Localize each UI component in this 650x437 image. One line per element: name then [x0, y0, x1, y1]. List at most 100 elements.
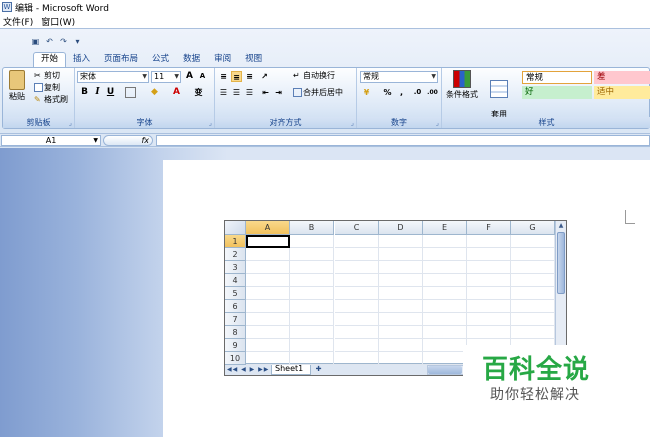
grid-cell[interactable]	[246, 352, 290, 365]
grid-cell[interactable]	[290, 274, 334, 287]
customize-toolbar-icon[interactable]: ▾	[72, 37, 83, 47]
align-middle-icon[interactable]: ≡	[231, 71, 242, 82]
align-bottom-icon[interactable]: ≡	[244, 71, 255, 82]
conditional-format-button[interactable]: 条件格式	[444, 70, 480, 100]
font-name-select[interactable]: 宋体 ▼	[77, 71, 149, 83]
column-header-d[interactable]: D	[379, 221, 423, 235]
grid-cell[interactable]	[379, 261, 423, 274]
paste-button[interactable]: 粘贴	[6, 70, 28, 102]
grid-cell[interactable]	[290, 248, 334, 261]
name-box[interactable]: A1 ▼	[1, 135, 101, 146]
italic-button[interactable]: I	[92, 87, 103, 98]
row-header-1[interactable]: 1	[225, 235, 246, 248]
grow-font-button[interactable]: A	[184, 71, 195, 82]
grid-cell[interactable]	[423, 300, 467, 313]
number-format-select[interactable]: 常规 ▼	[360, 71, 438, 83]
row-header-8[interactable]: 8	[225, 326, 246, 339]
grid-cell[interactable]	[467, 287, 511, 300]
orientation-icon[interactable]: ↗	[259, 71, 270, 82]
scroll-thumb[interactable]	[557, 232, 565, 294]
fill-color-icon[interactable]: ◆	[149, 87, 160, 98]
increase-decimal-button[interactable]: .0	[411, 87, 424, 98]
number-launcher-icon[interactable]: ⌟	[436, 119, 439, 127]
sheet-nav-arrows-icon[interactable]: ◀◀ ◀ ▶ ▶▶	[227, 365, 269, 374]
underline-button[interactable]: U	[105, 87, 116, 98]
column-header-b[interactable]: B	[290, 221, 334, 235]
grid-cell[interactable]	[379, 339, 423, 352]
insert-function-button[interactable]: fx	[103, 135, 153, 146]
row-header-10[interactable]: 10	[225, 352, 246, 365]
grid-cell[interactable]	[290, 261, 334, 274]
style-neutral[interactable]: 适中	[594, 86, 650, 99]
wrap-text-button[interactable]: ↵ 自动换行	[293, 71, 335, 81]
align-right-icon[interactable]: ☰	[244, 87, 255, 98]
grid-cell[interactable]	[335, 313, 379, 326]
grid-cell[interactable]	[423, 274, 467, 287]
grid-cell[interactable]	[246, 261, 290, 274]
percent-button[interactable]: %	[382, 87, 393, 98]
selected-cell[interactable]	[246, 235, 290, 248]
insert-sheet-icon[interactable]: ✚	[313, 365, 324, 374]
cut-button[interactable]: ✂ 剪切	[34, 71, 60, 81]
grid-cell[interactable]	[511, 261, 555, 274]
tab-formulas[interactable]: 公式	[145, 53, 176, 67]
style-good[interactable]: 好	[522, 86, 592, 99]
grid-cell[interactable]	[246, 300, 290, 313]
grid-cell[interactable]	[335, 352, 379, 365]
tab-page-layout[interactable]: 页面布局	[97, 53, 145, 67]
grid-cell[interactable]	[335, 274, 379, 287]
grid-cell[interactable]	[511, 235, 555, 248]
row-header-9[interactable]: 9	[225, 339, 246, 352]
redo-icon[interactable]: ↷	[58, 37, 69, 47]
grid-cell[interactable]	[335, 339, 379, 352]
grid-cell[interactable]	[423, 313, 467, 326]
grid-cell[interactable]	[423, 248, 467, 261]
grid-cell[interactable]	[511, 248, 555, 261]
grid-cell[interactable]	[379, 352, 423, 365]
clipboard-launcher-icon[interactable]: ⌟	[69, 119, 72, 127]
grid-cell[interactable]	[423, 235, 467, 248]
grid-cell[interactable]	[511, 287, 555, 300]
align-top-icon[interactable]: ≡	[218, 71, 229, 82]
save-icon[interactable]: ▣	[30, 37, 41, 47]
undo-icon[interactable]: ↶	[44, 37, 55, 47]
row-header-7[interactable]: 7	[225, 313, 246, 326]
alignment-launcher-icon[interactable]: ⌟	[351, 119, 354, 127]
grid-cell[interactable]	[246, 339, 290, 352]
column-header-c[interactable]: C	[335, 221, 379, 235]
hscroll-thumb[interactable]	[428, 366, 462, 374]
grid-cell[interactable]	[379, 287, 423, 300]
align-center-icon[interactable]: ☰	[231, 87, 242, 98]
grid-cell[interactable]	[511, 313, 555, 326]
grid-cell[interactable]	[467, 261, 511, 274]
column-header-e[interactable]: E	[423, 221, 467, 235]
column-header-f[interactable]: F	[467, 221, 511, 235]
grid-cell[interactable]	[290, 313, 334, 326]
menu-file[interactable]: 文件(F)	[3, 15, 33, 28]
grid-cell[interactable]	[379, 235, 423, 248]
increase-indent-icon[interactable]: ⇥	[273, 87, 284, 98]
grid-cell[interactable]	[379, 274, 423, 287]
grid-cell[interactable]	[379, 300, 423, 313]
grid-cell[interactable]	[423, 339, 467, 352]
grid-cell[interactable]	[379, 248, 423, 261]
grid-cell[interactable]	[246, 313, 290, 326]
grid-cell[interactable]	[467, 274, 511, 287]
grid-cell[interactable]	[290, 287, 334, 300]
shrink-font-button[interactable]: A	[197, 71, 208, 82]
tab-data[interactable]: 数据	[176, 53, 207, 67]
grid-cell[interactable]	[423, 352, 467, 365]
grid-cell[interactable]	[246, 287, 290, 300]
grid-cell[interactable]	[335, 261, 379, 274]
grid-cell[interactable]	[423, 261, 467, 274]
grid-cell[interactable]	[335, 300, 379, 313]
grid-cell[interactable]	[246, 274, 290, 287]
select-all-corner[interactable]	[225, 221, 246, 235]
grid-cell[interactable]	[335, 287, 379, 300]
grid-cell[interactable]	[511, 300, 555, 313]
row-header-2[interactable]: 2	[225, 248, 246, 261]
font-launcher-icon[interactable]: ⌟	[209, 119, 212, 127]
grid-cell[interactable]	[290, 352, 334, 365]
vertical-scrollbar[interactable]: ▲	[555, 221, 566, 363]
menu-window[interactable]: 窗口(W)	[41, 15, 75, 28]
